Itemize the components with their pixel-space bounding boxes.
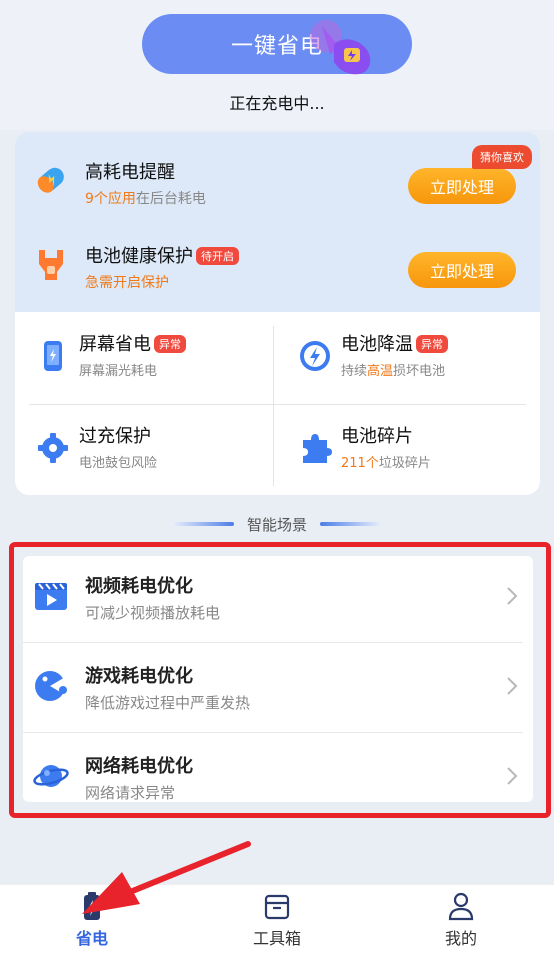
section-line-right <box>320 522 382 526</box>
fragment-count: 211个 <box>341 456 379 471</box>
feature-grid-card: 屏幕省电 异常 屏幕漏光耗电 电池降温 异常 持续高温损坏电池 过充保护 电池鼓包风… <box>15 312 540 495</box>
grid-subtitle-c: 损坏电池 <box>393 364 446 379</box>
alert-title: 高耗电提醒 <box>85 162 175 183</box>
alert-title-text: 电池健康保护 <box>85 246 193 267</box>
grid-title-text: 电池降温 <box>341 334 413 355</box>
grid-vertical-divider <box>273 326 274 486</box>
grid-subtitle: 持续高温损坏电池 <box>341 360 445 379</box>
alert-subtitle: 急需开启保护 <box>85 275 169 291</box>
abnormal-badge: 异常 <box>416 335 448 353</box>
battery-fragments-item[interactable]: 电池碎片 211个垃圾碎片 <box>277 404 517 494</box>
wrench-shield-icon <box>39 250 63 280</box>
tab-label: 省电 <box>75 929 108 948</box>
grid-subtitle: 电池鼓包风险 <box>79 456 158 471</box>
red-arrow-annotation <box>82 841 251 914</box>
abnormal-badge: 异常 <box>154 335 186 353</box>
grid-subtitle: 屏幕漏光耗电 <box>79 364 158 379</box>
battery-cooling-item[interactable]: 电池降温 异常 持续高温损坏电池 <box>277 312 517 402</box>
handle-now-button[interactable]: 立即处理 <box>408 168 516 204</box>
grid-subtitle-b: 高温 <box>367 364 394 379</box>
grid-subtitle-a: 持续 <box>341 364 368 379</box>
alert-card: 高耗电提醒 9个应用在后台耗电 立即处理 猜你喜欢 电池健康保护 待开启 急需开启… <box>15 132 540 312</box>
handle-now-button[interactable]: 立即处理 <box>408 252 516 288</box>
gear-shield-icon <box>38 433 68 463</box>
lightning-circle-icon <box>300 341 330 371</box>
overcharge-protection-item[interactable]: 过充保护 电池鼓包风险 <box>15 404 255 494</box>
grid-title: 屏幕省电 异常 <box>79 330 186 356</box>
pending-badge: 待开启 <box>196 247 239 265</box>
battery-health-row: 电池健康保护 待开启 急需开启保护 立即处理 <box>15 224 540 304</box>
pointing-hand-icon <box>310 20 371 75</box>
tab-label: 我的 <box>444 929 477 948</box>
grid-title-text: 屏幕省电 <box>79 334 151 355</box>
alert-title: 电池健康保护 待开启 <box>85 242 239 268</box>
high-consumption-row: 高耗电提醒 9个应用在后台耗电 立即处理 猜你喜欢 <box>15 140 540 220</box>
red-highlight-box <box>9 542 551 818</box>
battery-capsule-icon <box>37 167 64 193</box>
person-tab-icon <box>448 892 474 921</box>
grid-title: 电池降温 异常 <box>341 330 448 356</box>
section-title: 智能场景 <box>246 516 307 534</box>
alert-subtitle-rest: 在后台耗电 <box>135 191 206 207</box>
toolbox-tab-icon <box>264 894 290 920</box>
tab-label: 工具箱 <box>252 929 301 948</box>
guess-you-like-badge: 猜你喜欢 <box>472 145 532 169</box>
grid-subtitle: 211个垃圾碎片 <box>341 452 431 471</box>
grid-title: 过充保护 <box>79 426 151 447</box>
screen-saving-item[interactable]: 屏幕省电 异常 屏幕漏光耗电 <box>15 312 255 402</box>
grid-title: 电池碎片 <box>341 426 413 447</box>
grid-subtitle-rest: 垃圾碎片 <box>378 456 431 471</box>
tab-mine[interactable]: 我的 <box>401 885 521 958</box>
charging-status-text: 正在充电中... <box>229 94 325 113</box>
puzzle-icon <box>303 434 332 463</box>
alert-subtitle: 9个应用在后台耗电 <box>85 188 206 208</box>
app-count: 9个应用 <box>85 191 136 207</box>
phone-screen-icon <box>44 341 62 371</box>
